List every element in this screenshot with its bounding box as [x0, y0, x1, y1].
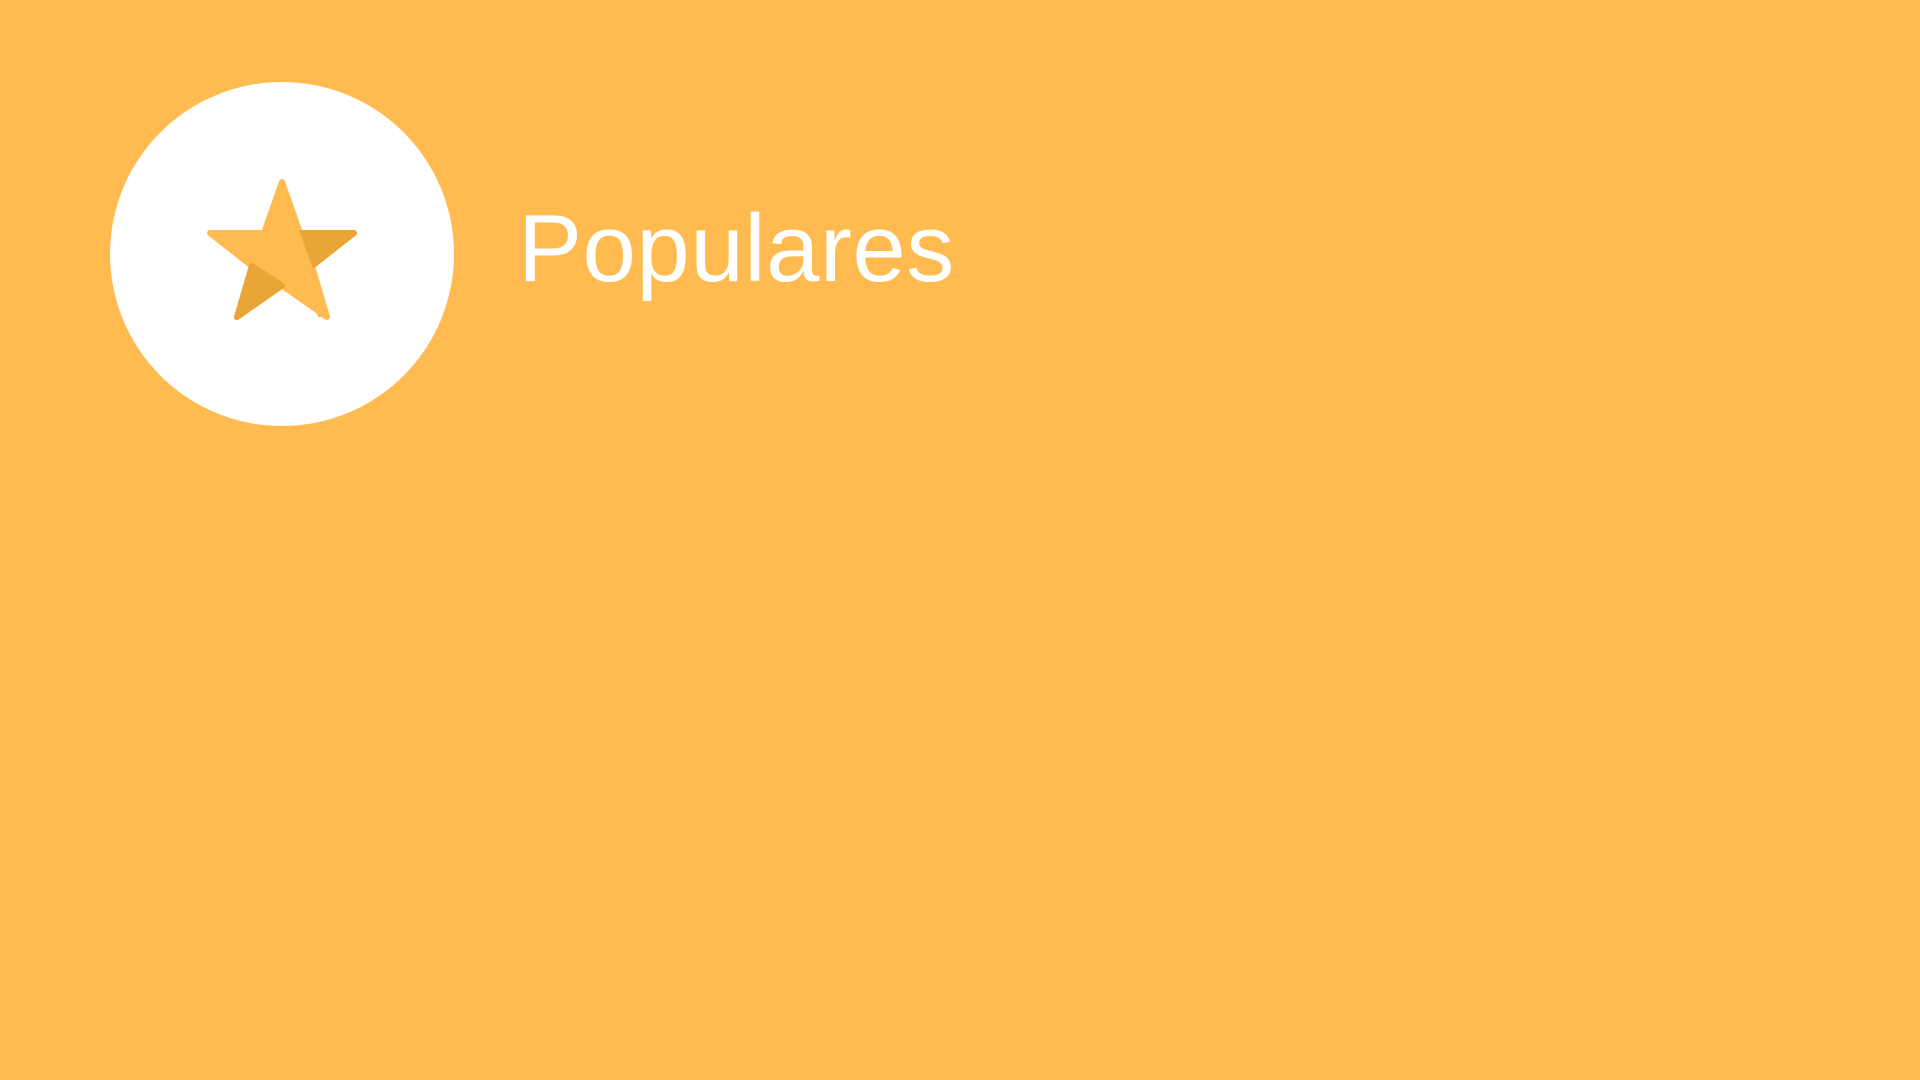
category-icon-circle[interactable]	[110, 82, 454, 426]
category-header[interactable]: Populares	[110, 82, 955, 426]
star-icon	[207, 179, 357, 320]
screen: Populares	[0, 0, 1920, 1080]
category-title: Populares	[518, 195, 955, 302]
